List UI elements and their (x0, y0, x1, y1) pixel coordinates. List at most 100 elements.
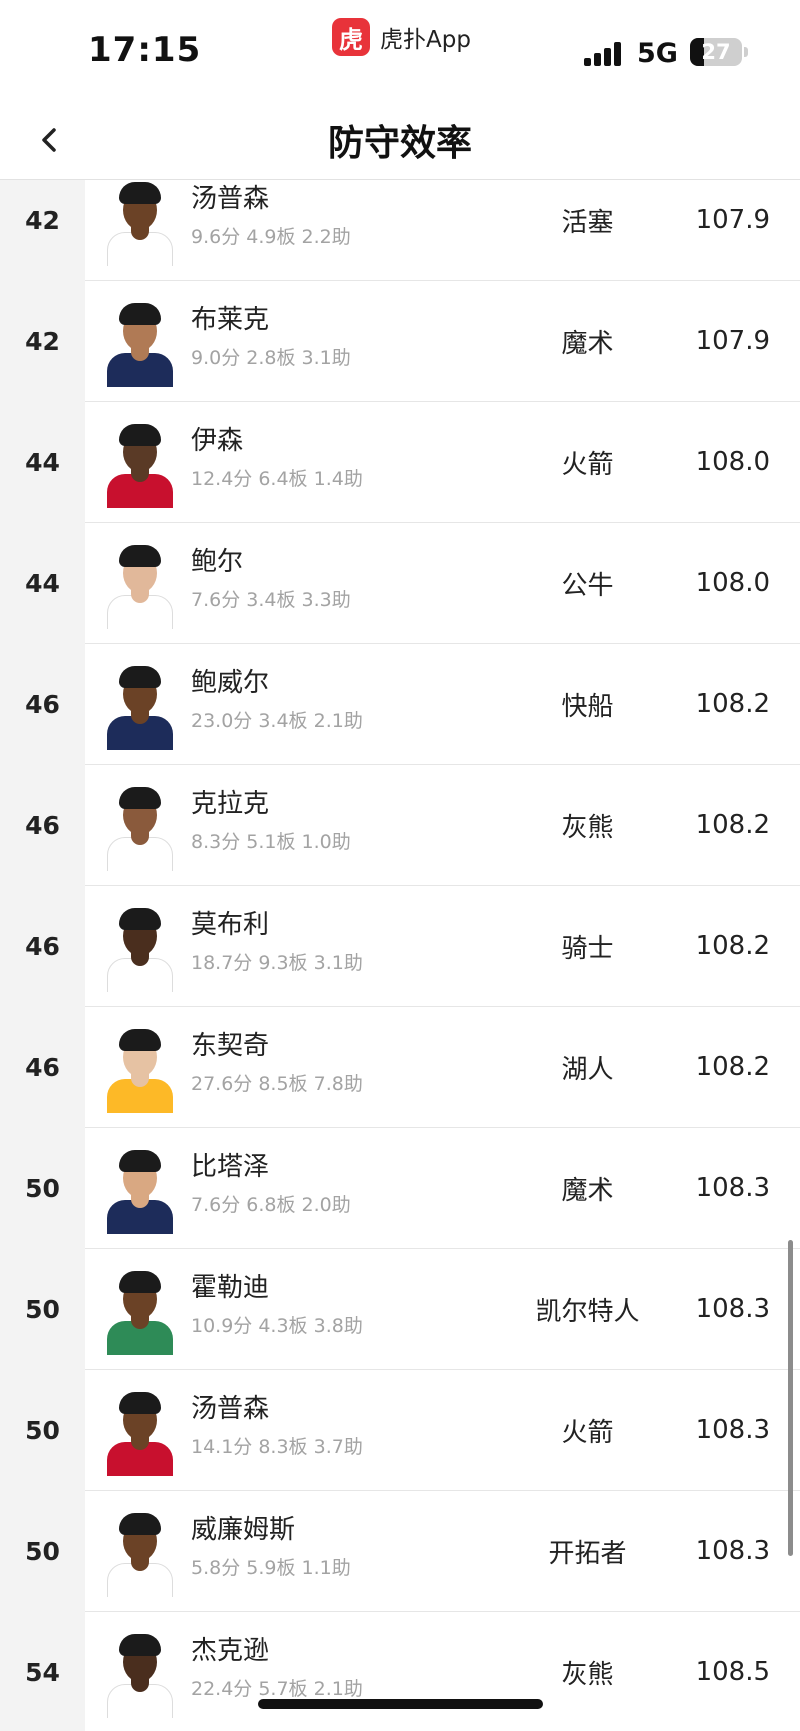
team-name: 魔术 (561, 328, 614, 359)
player-avatar[interactable] (107, 1029, 173, 1113)
list-item[interactable]: 46 克拉克 8.3分 5.1板 1.0助 灰熊 108.2 (0, 765, 800, 886)
list-item[interactable]: 50 霍勒迪 10.9分 4.3板 3.8助 凯尔特人 108.3 (0, 1249, 800, 1370)
hair-shape (119, 303, 161, 325)
player-cell[interactable]: 莫布利 18.7分 9.3板 3.1助 骑士 108.2 (85, 886, 800, 1007)
rank-cell: 50 (0, 1128, 85, 1249)
player-name[interactable]: 杰克逊 (191, 1630, 269, 1667)
player-cell[interactable]: 杰克逊 22.4分 5.7板 2.1助 灰熊 108.5 (85, 1612, 800, 1731)
rank-cell: 46 (0, 765, 85, 886)
hair-shape (119, 1513, 161, 1535)
player-avatar[interactable] (107, 666, 173, 750)
player-avatar[interactable] (107, 303, 173, 387)
list-item[interactable]: 44 鲍尔 7.6分 3.4板 3.3助 公牛 108.0 (0, 523, 800, 644)
rank-number: 46 (25, 932, 60, 961)
nav-bar: 防守效率 (0, 100, 800, 180)
defensive-rating: 108.2 (695, 931, 770, 961)
player-avatar[interactable] (107, 1150, 173, 1234)
rank-number: 46 (25, 690, 60, 719)
team-name: 活塞 (561, 207, 614, 238)
player-avatar[interactable] (107, 424, 173, 508)
player-name[interactable]: 霍勒迪 (191, 1267, 269, 1304)
player-cell[interactable]: 汤普森 9.6分 4.9板 2.2助 活塞 107.9 (85, 180, 800, 281)
list-item[interactable]: 50 比塔泽 7.6分 6.8板 2.0助 魔术 108.3 (0, 1128, 800, 1249)
player-name[interactable]: 布莱克 (191, 299, 269, 336)
team-name: 公牛 (561, 570, 614, 601)
team-name: 灰熊 (561, 1659, 614, 1690)
player-cell[interactable]: 伊森 12.4分 6.4板 1.4助 火箭 108.0 (85, 402, 800, 523)
player-name[interactable]: 威廉姆斯 (191, 1509, 295, 1546)
player-stats: 7.6分 6.8板 2.0助 (191, 1194, 351, 1216)
player-stats: 7.6分 3.4板 3.3助 (191, 589, 351, 611)
list-item[interactable]: 50 汤普森 14.1分 8.3板 3.7助 火箭 108.3 (0, 1370, 800, 1491)
rank-cell: 42 (0, 180, 85, 281)
player-stats: 5.8分 5.9板 1.1助 (191, 1557, 351, 1579)
hupu-logo-icon: 虎 (332, 18, 370, 56)
hair-shape (119, 1634, 161, 1656)
rank-cell: 50 (0, 1370, 85, 1491)
player-stats: 9.0分 2.8板 3.1助 (191, 347, 351, 369)
rank-number: 50 (25, 1174, 60, 1203)
status-bar: 17:15 虎 虎扑App 5G 27 (0, 0, 800, 100)
player-cell[interactable]: 东契奇 27.6分 8.5板 7.8助 湖人 108.2 (85, 1007, 800, 1128)
rank-cell: 44 (0, 523, 85, 644)
rank-cell: 46 (0, 886, 85, 1007)
rank-cell: 42 (0, 281, 85, 402)
player-name[interactable]: 鲍尔 (191, 541, 243, 578)
list-item[interactable]: 54 杰克逊 22.4分 5.7板 2.1助 灰熊 108.5 (0, 1612, 800, 1731)
list-item[interactable]: 50 威廉姆斯 5.8分 5.9板 1.1助 开拓者 108.3 (0, 1491, 800, 1612)
team-name: 开拓者 (548, 1538, 627, 1569)
hair-shape (119, 1029, 161, 1051)
player-name[interactable]: 汤普森 (191, 180, 269, 215)
list-item[interactable]: 42 布莱克 9.0分 2.8板 3.1助 魔术 107.9 (0, 281, 800, 402)
player-cell[interactable]: 布莱克 9.0分 2.8板 3.1助 魔术 107.9 (85, 281, 800, 402)
list-item[interactable]: 46 东契奇 27.6分 8.5板 7.8助 湖人 108.2 (0, 1007, 800, 1128)
player-avatar[interactable] (107, 545, 173, 629)
player-name[interactable]: 鲍威尔 (191, 662, 269, 699)
player-name[interactable]: 克拉克 (191, 783, 269, 820)
player-cell[interactable]: 威廉姆斯 5.8分 5.9板 1.1助 开拓者 108.3 (85, 1491, 800, 1612)
player-stats: 22.4分 5.7板 2.1助 (191, 1678, 363, 1700)
team-name: 魔术 (561, 1175, 614, 1206)
player-name[interactable]: 伊森 (191, 420, 243, 457)
battery-icon: 27 (690, 38, 742, 66)
hair-shape (119, 545, 161, 567)
player-avatar[interactable] (107, 182, 173, 266)
player-avatar[interactable] (107, 1513, 173, 1597)
scrollbar[interactable] (788, 1240, 793, 1556)
ranking-list[interactable]: 42 汤普森 9.6分 4.9板 2.2助 活塞 107.9 42 布莱克 9.… (0, 180, 800, 1731)
rank-number: 42 (25, 206, 60, 235)
player-avatar[interactable] (107, 1271, 173, 1355)
rank-cell: 44 (0, 402, 85, 523)
player-name[interactable]: 汤普森 (191, 1388, 269, 1425)
player-cell[interactable]: 汤普森 14.1分 8.3板 3.7助 火箭 108.3 (85, 1370, 800, 1491)
player-name[interactable]: 比塔泽 (191, 1146, 269, 1183)
hair-shape (119, 1150, 161, 1172)
list-item[interactable]: 46 莫布利 18.7分 9.3板 3.1助 骑士 108.2 (0, 886, 800, 1007)
player-name[interactable]: 莫布利 (191, 904, 269, 941)
page-title: 防守效率 (327, 123, 472, 164)
player-avatar[interactable] (107, 1392, 173, 1476)
player-cell[interactable]: 比塔泽 7.6分 6.8板 2.0助 魔术 108.3 (85, 1128, 800, 1249)
player-name[interactable]: 东契奇 (191, 1025, 269, 1062)
player-stats: 14.1分 8.3板 3.7助 (191, 1436, 363, 1458)
defensive-rating: 108.3 (695, 1294, 770, 1324)
player-stats: 10.9分 4.3板 3.8助 (191, 1315, 363, 1337)
player-avatar[interactable] (107, 787, 173, 871)
rank-cell: 50 (0, 1249, 85, 1370)
hair-shape (119, 666, 161, 688)
list-item[interactable]: 42 汤普森 9.6分 4.9板 2.2助 活塞 107.9 (0, 180, 800, 281)
player-avatar[interactable] (107, 1634, 173, 1718)
player-stats: 18.7分 9.3板 3.1助 (191, 952, 363, 974)
list-item[interactable]: 46 鲍威尔 23.0分 3.4板 2.1助 快船 108.2 (0, 644, 800, 765)
home-indicator[interactable] (258, 1699, 543, 1709)
player-cell[interactable]: 鲍尔 7.6分 3.4板 3.3助 公牛 108.0 (85, 523, 800, 644)
player-cell[interactable]: 霍勒迪 10.9分 4.3板 3.8助 凯尔特人 108.3 (85, 1249, 800, 1370)
list-item[interactable]: 44 伊森 12.4分 6.4板 1.4助 火箭 108.0 (0, 402, 800, 523)
player-avatar[interactable] (107, 908, 173, 992)
rank-number: 50 (25, 1537, 60, 1566)
defensive-rating: 107.9 (695, 326, 770, 356)
battery-level: 27 (701, 40, 731, 64)
player-cell[interactable]: 克拉克 8.3分 5.1板 1.0助 灰熊 108.2 (85, 765, 800, 886)
team-name: 灰熊 (561, 812, 614, 843)
player-cell[interactable]: 鲍威尔 23.0分 3.4板 2.1助 快船 108.2 (85, 644, 800, 765)
